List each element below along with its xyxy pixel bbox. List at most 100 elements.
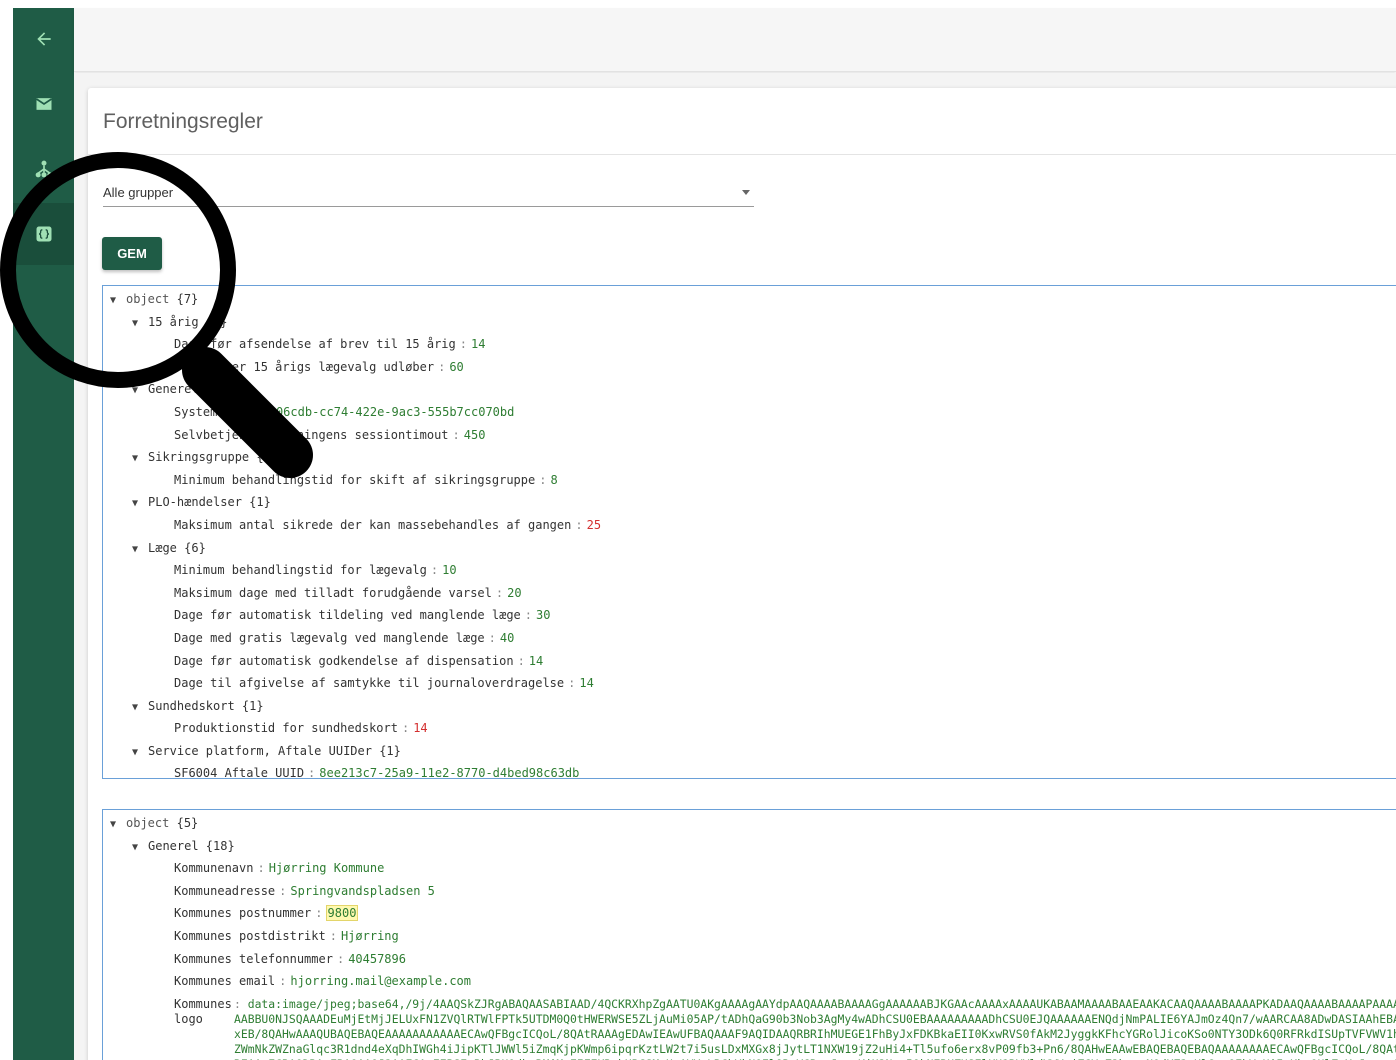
json-kv-row: Dage til afgivelse af samtykke til journ…: [103, 672, 1396, 695]
json-value[interactable]: 14: [471, 337, 485, 351]
json-kv-row: Dage før automatisk tildeling ved mangle…: [103, 604, 1396, 627]
json-kv-row: Kommunes postnummer:9800: [103, 902, 1396, 925]
json-group-row[interactable]: ▼ 15 årig {2}: [103, 311, 1396, 334]
json-colon: :: [336, 951, 345, 966]
json-colon: :: [438, 359, 446, 374]
json-count: {18}: [198, 838, 235, 853]
sitemap-icon: [35, 160, 52, 178]
collapse-triangle-icon[interactable]: ▼: [132, 837, 148, 860]
json-key: Kommunes telefonnummer: [174, 951, 333, 966]
json-key: Generel: [148, 838, 199, 853]
json-viewer-municipality[interactable]: ▼ object {5} ▼ Generel {18} Kommunenavn: Hjø…: [102, 809, 1396, 1060]
json-kv-row: Selvbetjeningsløsningens sessiontimout:4…: [103, 424, 1396, 447]
json-root-row[interactable]: ▼ object {7}: [103, 288, 1396, 311]
collapse-triangle-icon[interactable]: ▼: [132, 313, 148, 336]
json-value[interactable]: 20: [507, 586, 521, 600]
json-value[interactable]: 14: [413, 721, 427, 735]
json-key: Dage med gratis lægevalg ved manglende l…: [174, 630, 485, 645]
json-kv-row: Dage med gratis lægevalg ved manglende l…: [103, 627, 1396, 650]
json-value[interactable]: hjorring.mail@example.com: [290, 974, 471, 988]
json-value[interactable]: 60: [449, 360, 463, 374]
rules-card: Forretningsregler Alle grupper GEM ▼ obje…: [88, 88, 1396, 1060]
collapse-triangle-icon[interactable]: ▼: [110, 814, 126, 837]
json-key: Kommunenavn: [174, 861, 254, 876]
json-value[interactable]: 14: [529, 654, 543, 668]
json-kv-row: Kommunenavn: Hjørring Kommune: [103, 857, 1396, 880]
group-select-value: Alle grupper: [103, 185, 174, 200]
json-colon: :: [452, 427, 460, 442]
json-count: {1}: [234, 698, 264, 713]
page-title: Forretningsregler: [103, 110, 263, 133]
json-key: Service platform, Aftale UUIDer: [148, 743, 372, 758]
collapse-triangle-icon[interactable]: ▼: [132, 697, 148, 720]
json-value[interactable]: Hjørring Kommune: [269, 861, 385, 875]
group-select[interactable]: Alle grupper: [103, 180, 754, 207]
json-value[interactable]: 30: [536, 608, 550, 622]
json-group-row[interactable]: ▼ Generel {2}: [103, 378, 1396, 401]
json-root-row[interactable]: ▼ object {5}: [103, 812, 1396, 835]
json-value[interactable]: 450: [464, 428, 486, 442]
nav-organisation[interactable]: [13, 138, 74, 200]
collapse-triangle-icon[interactable]: ▼: [132, 539, 148, 562]
json-key: Kommunes postdistrikt: [174, 928, 326, 943]
json-value[interactable]: 8ee213c7-25a9-11e2-8770-d4bed98c63db: [319, 766, 579, 778]
json-kv-row: Kommunes postdistrikt: Hjørring: [103, 925, 1396, 948]
json-key: Selvbetjeningsløsningens sessiontimout: [174, 427, 449, 442]
json-kv-row: Kommunes email: hjorring.mail@example.com: [103, 970, 1396, 993]
json-colon: :: [430, 563, 439, 578]
json-colon: :: [488, 630, 496, 645]
json-viewer-rules[interactable]: ▼ object {7} ▼ 15 årig {2} Dage før afsende…: [102, 285, 1396, 779]
back-button[interactable]: [13, 8, 74, 70]
json-key: Kommunes logo: [174, 996, 232, 1026]
json-colon: :: [308, 766, 316, 779]
json-value[interactable]: : data:image/jpeg;base64,/9j/4AAQSkZJRgA…: [234, 997, 1396, 1060]
json-group-row[interactable]: ▼ Sikringsgruppe {1}: [103, 446, 1396, 469]
json-value[interactable]: 8: [550, 473, 557, 487]
collapse-triangle-icon[interactable]: ▼: [132, 742, 148, 765]
json-value[interactable]: 40457896: [348, 952, 406, 966]
json-value[interactable]: 9800: [325, 905, 359, 922]
chevron-down-icon: [742, 190, 750, 195]
json-colon: :: [401, 721, 410, 736]
json-group-row[interactable]: ▼ Læge {6}: [103, 537, 1396, 560]
json-group-row[interactable]: ▼ PLO-hændelser {1}: [103, 491, 1396, 514]
json-key: Kommunes email: [174, 974, 276, 989]
title-divider: [88, 154, 1396, 155]
collapse-triangle-icon[interactable]: ▼: [132, 448, 148, 471]
collapse-triangle-icon[interactable]: ▼: [110, 290, 126, 313]
json-value[interactable]: 14: [579, 676, 593, 690]
json-value[interactable]: Hjørring: [341, 929, 399, 943]
json-row-logo: Kommunes logo : data:image/jpeg;base64,/…: [103, 993, 1396, 1060]
json-value[interactable]: Springvandspladsen 5: [290, 884, 435, 898]
json-value[interactable]: 10: [442, 563, 456, 577]
json-colon: :: [243, 404, 251, 419]
json-kv-row: Kommuneadresse: Springvandspladsen 5: [103, 880, 1396, 903]
nav-messages[interactable]: [13, 73, 74, 135]
json-colon: :: [329, 928, 337, 943]
json-kv-row: Dage efter 15 årigs lægevalg udløber:60: [103, 356, 1396, 379]
nav-business-rules[interactable]: [13, 203, 74, 265]
json-value[interactable]: 25: [587, 518, 601, 532]
json-kv-row: SF6004 Aftale UUID:8ee213c7-25a9-11e2-87…: [103, 762, 1396, 779]
json-kv-row: Dage før automatisk godkendelse af dispe…: [103, 650, 1396, 673]
json-group-row[interactable]: ▼ Generel {18}: [103, 835, 1396, 858]
json-group-row[interactable]: ▼ Sundhedskort {1}: [103, 695, 1396, 718]
json-count: {1}: [371, 743, 401, 758]
json-kv-row: Maksimum dage med tilladt forudgående va…: [103, 582, 1396, 605]
json-rows: ▼ Generel {18} Kommunenavn: Hjørring Kommun…: [103, 835, 1396, 993]
json-colon: :: [575, 517, 583, 532]
json-kv-row: System ID: f2606cdb-cc74-422e-9ac3-555b7c…: [103, 401, 1396, 424]
collapse-triangle-icon[interactable]: ▼: [132, 493, 148, 516]
json-colon: :: [257, 861, 265, 876]
json-colon: :: [279, 974, 287, 989]
json-value[interactable]: 40: [500, 631, 514, 645]
json-key: Dage til afgivelse af samtykke til journ…: [174, 676, 565, 691]
json-group-row[interactable]: ▼ Service platform, Aftale UUIDer {1}: [103, 740, 1396, 763]
json-kv-row: Maksimum antal sikrede der kan massebeha…: [103, 514, 1396, 537]
collapse-triangle-icon[interactable]: ▼: [132, 380, 148, 403]
json-key: System ID: [174, 404, 240, 419]
json-key: Dage efter 15 årigs lægevalg udløber: [174, 359, 435, 374]
save-button[interactable]: GEM: [102, 237, 162, 270]
json-key: Dage før automatisk godkendelse af dispe…: [174, 653, 514, 668]
json-value[interactable]: f2606cdb-cc74-422e-9ac3-555b7cc070bd: [254, 405, 514, 419]
